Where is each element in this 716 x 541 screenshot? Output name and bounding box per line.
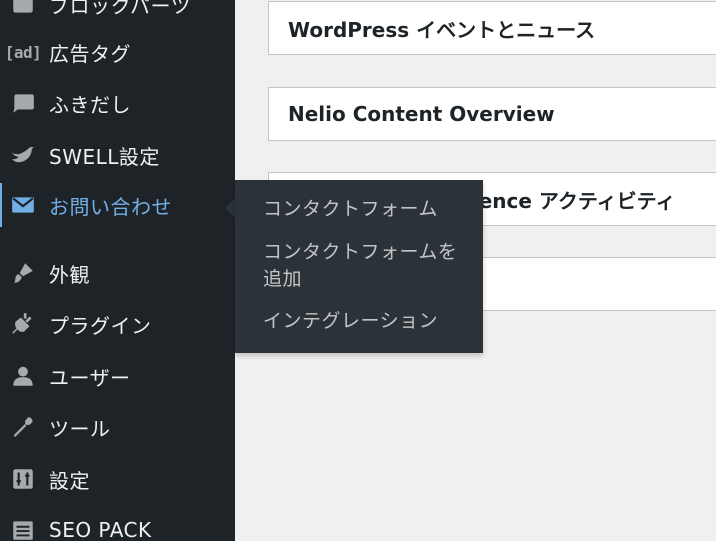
sidebar-item-seo-pack[interactable]: SEO PACK xyxy=(0,508,235,541)
submenu-item-add-contact-form[interactable]: コンタクトフォームを追加 xyxy=(263,239,473,293)
sidebar-item-label: ツール xyxy=(49,416,111,441)
speech-bubble-icon xyxy=(8,88,38,118)
widget-title: WordPress イベントとニュース xyxy=(288,17,596,42)
sidebar-item-ad-tag[interactable]: [ad] 広告タグ xyxy=(0,30,235,74)
plugin-icon xyxy=(8,309,38,339)
sidebar-item-label: 設定 xyxy=(49,468,90,493)
submenu-item-integration[interactable]: インテグレーション xyxy=(263,308,473,335)
wrench-icon xyxy=(8,412,38,442)
contact-submenu-flyout: コンタクトフォーム コンタクトフォームを追加 インテグレーション xyxy=(235,180,483,353)
widget-title: Nelio Content Overview xyxy=(288,102,555,126)
sidebar-item-label: プラグイン xyxy=(49,313,152,338)
block-parts-icon xyxy=(8,0,38,19)
sidebar-item-label: SEO PACK xyxy=(49,518,152,541)
dashboard-widget-events-news[interactable]: WordPress イベントとニュース xyxy=(268,1,716,55)
dashboard-widget-nelio-content[interactable]: Nelio Content Overview xyxy=(268,87,716,141)
sidebar-item-label: ふきだし xyxy=(49,92,131,117)
list-icon xyxy=(8,515,38,541)
sidebar-item-block-parts[interactable]: ブロックパーツ xyxy=(0,0,235,26)
sidebar-item-label: 広告タグ xyxy=(49,41,131,66)
admin-sidebar: ブロックパーツ [ad] 広告タグ ふきだし SWELL設定 お問い合わせ 外観… xyxy=(0,0,235,541)
submenu-item-contact-forms[interactable]: コンタクトフォーム xyxy=(263,196,473,223)
sidebar-item-label: SWELL設定 xyxy=(49,144,160,169)
sidebar-item-contact[interactable]: お問い合わせ xyxy=(0,183,235,227)
widget-title: fence アクティビティ xyxy=(470,188,676,213)
sidebar-item-settings[interactable]: 設定 xyxy=(0,457,235,501)
sidebar-item-label: ユーザー xyxy=(49,365,131,390)
sidebar-item-label: 外観 xyxy=(49,262,90,287)
sidebar-item-label: ブロックパーツ xyxy=(49,0,192,18)
sidebar-item-plugins[interactable]: プラグイン xyxy=(0,302,235,346)
sidebar-item-appearance[interactable]: 外観 xyxy=(0,251,235,295)
flyout-pointer xyxy=(225,198,235,218)
wp-admin-screen: ブロックパーツ [ad] 広告タグ ふきだし SWELL設定 お問い合わせ 外観… xyxy=(0,0,716,541)
mail-icon xyxy=(8,190,38,220)
settings-sliders-icon xyxy=(8,464,38,494)
ad-icon-text: [ad] xyxy=(4,42,42,62)
user-icon xyxy=(8,361,38,391)
sidebar-item-tools[interactable]: ツール xyxy=(0,405,235,449)
ad-icon: [ad] xyxy=(5,37,42,67)
sidebar-item-swell-settings[interactable]: SWELL設定 xyxy=(0,133,235,177)
sidebar-item-users[interactable]: ユーザー xyxy=(0,354,235,398)
sidebar-item-label: お問い合わせ xyxy=(49,194,172,219)
paintbrush-icon xyxy=(8,258,38,288)
swell-bird-icon xyxy=(8,140,38,170)
sidebar-item-fukidashi[interactable]: ふきだし xyxy=(0,81,235,125)
